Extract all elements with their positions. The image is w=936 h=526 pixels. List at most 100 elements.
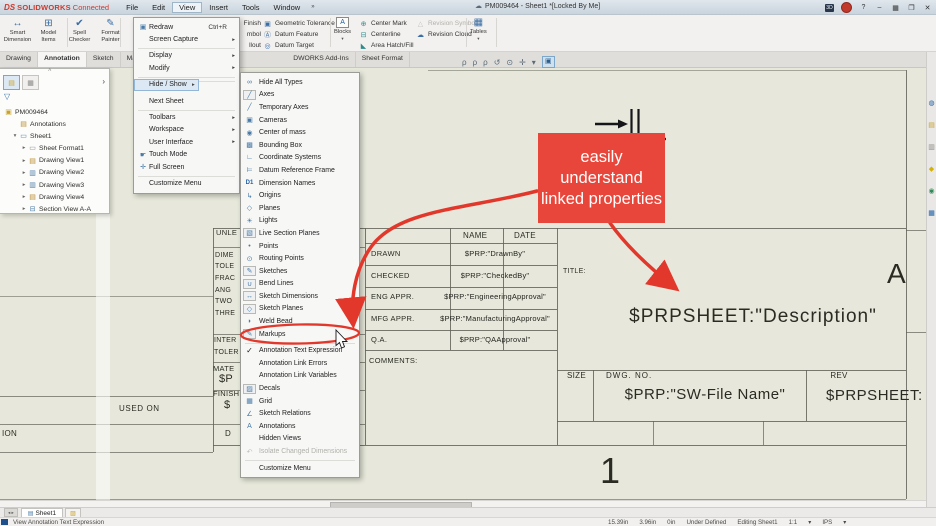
menubar-item-window[interactable]: Window xyxy=(267,2,308,13)
view-menu-item-touch-mode[interactable]: ☛ Touch Mode xyxy=(134,149,239,161)
ribbon-button-datum-feature[interactable]: Ⓐ Datum Feature xyxy=(263,29,335,40)
hide-show-menu-item-annotations[interactable]: A Annotations xyxy=(241,420,359,433)
headsup-icon[interactable]: ρ xyxy=(483,58,488,67)
task-pane-item[interactable]: ▦ xyxy=(927,202,936,220)
tree-item-sheet1[interactable]: ▾ ▭ Sheet1 xyxy=(2,130,107,142)
hide-show-menu-item-isolate-changed-dimensions[interactable]: ↶ Isolate Changed Dimensions xyxy=(241,445,359,458)
headsup-icon[interactable]: ▾ xyxy=(532,58,536,67)
hide-show-menu-item-annotation-link-variables[interactable]: Annotation Link Variables xyxy=(241,370,359,383)
horizontal-scrollbar[interactable] xyxy=(0,500,926,507)
headsup-icon[interactable]: ▣ xyxy=(542,56,555,68)
hide-show-menu-item-planes[interactable]: ◇ Planes xyxy=(241,202,359,215)
ribbon-button-area-hatch-fill[interactable]: ◣ Area Hatch/Fill xyxy=(359,40,414,51)
hide-show-menu-item-hide-all-types[interactable]: ∞ Hide All Types xyxy=(241,76,359,89)
tab-sketch[interactable]: Sketch xyxy=(87,52,121,67)
dwg-no-property[interactable]: $PRP:"SW-File Name" xyxy=(600,386,810,403)
collapse-panel-icon[interactable]: ˄ xyxy=(48,68,52,74)
ribbon-button-revision-cloud[interactable]: ☁ Revision Cloud xyxy=(416,29,476,40)
window-icon[interactable]: 3D xyxy=(825,4,834,12)
hide-show-menu-item[interactable] xyxy=(241,340,359,344)
view-menu-item-toolbars[interactable]: Toolbars ▸ xyxy=(134,111,239,123)
ribbon-button-revision-symbol[interactable]: △ Revision Symbol xyxy=(416,18,476,29)
hide-show-menu-item-lights[interactable]: ☀ Lights xyxy=(241,215,359,228)
hide-show-menu-item-cameras[interactable]: ▣ Cameras xyxy=(241,114,359,127)
tab-dworks-add-ins[interactable]: DWORKS Add-Ins xyxy=(287,52,356,67)
hide-show-menu-item-sketch-dimensions[interactable]: ↔ Sketch Dimensions xyxy=(241,290,359,303)
ribbon-button-format-painter[interactable]: ✎ Format Painter xyxy=(95,16,126,50)
hide-show-menu-item-markups[interactable]: ✎ Markups xyxy=(241,328,359,341)
sheet-nav-buttons[interactable]: ◂ ▸ xyxy=(4,508,18,517)
task-pane-item[interactable]: ◆ xyxy=(927,158,936,176)
tab-annotation[interactable]: Annotation xyxy=(38,52,87,67)
hide-show-menu-item-origins[interactable]: ↳ Origins xyxy=(241,189,359,202)
view-menu-item[interactable] xyxy=(134,173,239,177)
rev-property[interactable]: $PRPSHEET: xyxy=(826,387,923,404)
headsup-icon[interactable]: ✛ xyxy=(519,58,526,67)
ribbon-button-geometric-tolerance[interactable]: ▣ Geometric Tolerance xyxy=(263,18,335,29)
feature-tree-tab-icon[interactable]: ▤ xyxy=(3,75,20,90)
view-menu-item-customize-menu[interactable]: Customize Menu xyxy=(134,177,239,189)
view-menu-item[interactable] xyxy=(134,107,239,111)
hide-show-menu-item-sketch-relations[interactable]: ∠ Sketch Relations xyxy=(241,407,359,420)
description-property[interactable]: $PRPSHEET:"Description" xyxy=(580,306,926,328)
tree-item-drawing-view1[interactable]: ▸ ▤ Drawing View1 xyxy=(2,155,107,167)
tree-item-drawing-view4[interactable]: ▸ ▤ Drawing View4 xyxy=(2,191,107,203)
blocks-button[interactable]: A Blocks ▾ xyxy=(334,17,351,42)
tree-root-item[interactable]: ▣ PM009464 xyxy=(2,106,107,118)
task-pane-item[interactable]: ◉ xyxy=(927,180,936,198)
window-icon[interactable]: ✕ xyxy=(923,4,932,12)
tab-sheet-format[interactable]: Sheet Format xyxy=(356,52,410,67)
hide-show-menu-item-points[interactable]: • Points xyxy=(241,240,359,253)
hide-show-menu-item-grid[interactable]: ▦ Grid xyxy=(241,395,359,408)
expand-panel-icon[interactable]: › xyxy=(102,77,105,86)
hide-show-menu-item-sketches[interactable]: ✎ Sketches xyxy=(241,265,359,278)
hide-show-menu-item-sketch-planes[interactable]: ◇ Sketch Planes xyxy=(241,303,359,316)
tab-drawing[interactable]: Drawing xyxy=(0,52,38,67)
tree-item-drawing-view3[interactable]: ▸ ▥ Drawing View3 xyxy=(2,179,107,191)
window-icon[interactable] xyxy=(841,2,852,13)
view-menu-item-workspace[interactable]: Workspace ▸ xyxy=(134,124,239,136)
ribbon-button-center-mark[interactable]: ⊕ Center Mark xyxy=(359,18,414,29)
filter-icon[interactable]: ▽ xyxy=(4,92,10,101)
hide-show-menu-item-axes[interactable]: ╱ Axes xyxy=(241,89,359,102)
view-menu-item-screen-capture[interactable]: Screen Capture ▸ xyxy=(134,33,239,45)
view-menu-item-user-interface[interactable]: User Interface ▸ xyxy=(134,136,239,148)
hide-show-menu-item-routing-points[interactable]: ⊙ Routing Points xyxy=(241,252,359,265)
task-pane-item[interactable]: ▥ xyxy=(927,136,936,154)
menubar-item-insert[interactable]: Insert xyxy=(202,2,235,13)
ribbon-button-datum-target[interactable]: ◎ Datum Target xyxy=(263,40,335,51)
hide-show-menu-item-annotation-link-errors[interactable]: Annotation Link Errors xyxy=(241,357,359,370)
headsup-icon[interactable]: ρ xyxy=(462,58,467,67)
headsup-icon[interactable]: ⊙ xyxy=(506,58,513,67)
hide-show-menu-item-dimension-names[interactable]: D1 Dimension Names xyxy=(241,177,359,190)
hide-show-menu-item-live-section-planes[interactable]: ▧ Live Section Planes xyxy=(241,227,359,240)
hide-show-menu-item-center-of-mass[interactable]: ◉ Center of mass xyxy=(241,126,359,139)
menubar-item-file[interactable]: File xyxy=(119,2,145,13)
hide-show-menu-item-decals[interactable]: ▨ Decals xyxy=(241,382,359,395)
menubar-item-tools[interactable]: Tools xyxy=(235,2,267,13)
window-icon[interactable]: ▦ xyxy=(891,4,900,12)
hide-show-menu-item-weld-bead[interactable]: ◗ Weld Bead xyxy=(241,315,359,328)
view-menu-item-display[interactable]: Display ▸ xyxy=(134,50,239,62)
hide-show-menu-item-datum-reference-frame[interactable]: ⊨ Datum Reference Frame xyxy=(241,164,359,177)
ribbon-button-spell-checker[interactable]: ✔ Spell Checker xyxy=(64,16,95,50)
hide-show-menu-item-annotation-text-expression[interactable]: ✓ Annotation Text Expression xyxy=(241,344,359,357)
headsup-icon[interactable]: ρ xyxy=(473,58,478,67)
tree-item-annotations[interactable]: ▤ Annotations xyxy=(2,118,107,130)
tree-item-section-view-a-a[interactable]: ▸ ⊟ Section View A-A xyxy=(2,203,107,215)
view-menu-item-modify[interactable]: Modify ▸ xyxy=(134,62,239,74)
display-pane-tab-icon[interactable]: ▦ xyxy=(22,75,39,90)
menubar-item-view[interactable]: View xyxy=(172,2,202,13)
window-icon[interactable]: – xyxy=(875,4,884,11)
ribbon-button-smart-dimension[interactable]: ↔ Smart Dimension xyxy=(2,16,33,50)
view-menu-item-next-sheet[interactable]: Next Sheet xyxy=(134,95,239,107)
window-icon[interactable]: ❐ xyxy=(907,4,916,12)
view-menu-item-redraw[interactable]: ▣ Redraw Ctrl+R xyxy=(134,21,239,33)
hide-show-menu-item-bend-lines[interactable]: ∪ Bend Lines xyxy=(241,278,359,291)
ribbon-button-centerline[interactable]: ⊟ Centerline xyxy=(359,29,414,40)
add-sheet-tab[interactable]: ▨ xyxy=(65,508,81,518)
menubar-item-edit[interactable]: Edit xyxy=(145,2,172,13)
task-pane-item[interactable]: ◍ xyxy=(927,92,936,110)
sheet1-tab[interactable]: ▤ Sheet1 xyxy=(21,508,63,518)
hide-show-menu-item-hidden-views[interactable]: Hidden Views xyxy=(241,433,359,446)
